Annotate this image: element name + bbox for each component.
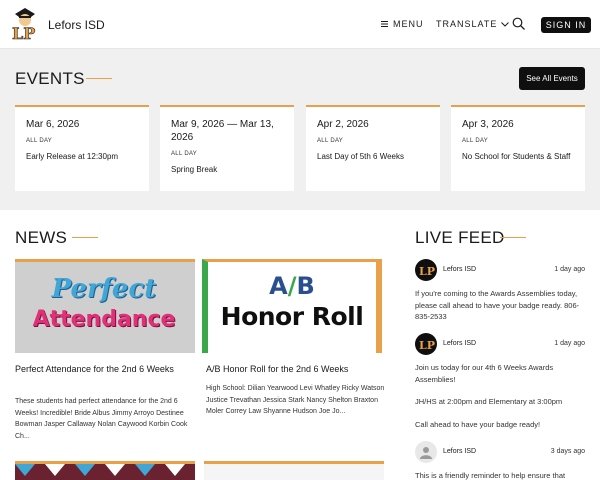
feed-post[interactable]: Lefors ISD 3 days ago This is a friendly… — [415, 441, 585, 480]
event-allday: ALL DAY — [171, 151, 198, 157]
avatar[interactable] — [415, 441, 437, 463]
site-header: LP Lefors ISD MENU TRANSLATE SIGN IN — [0, 0, 600, 49]
events-title-rule — [86, 78, 112, 79]
search-icon[interactable] — [512, 17, 526, 31]
event-title: No School for Students & Staff — [462, 152, 571, 161]
image-caption: A/B — [269, 272, 315, 300]
post-author[interactable]: Lefors ISD — [443, 448, 476, 455]
translate-button[interactable]: TRANSLATE — [436, 19, 510, 29]
post-author[interactable]: Lefors ISD — [443, 266, 476, 273]
event-date: Mar 9, 2026 — Mar 13, 2026 — [171, 119, 274, 143]
feed-post[interactable]: LP Lefors ISD 1 day ago If you're coming… — [415, 259, 585, 329]
post-text: JH/HS at 2:00pm and Elementary at 3:00pm — [415, 397, 563, 406]
event-allday: ALL DAY — [26, 138, 53, 144]
event-allday: ALL DAY — [317, 138, 344, 144]
sign-in-button[interactable]: SIGN IN — [541, 17, 591, 33]
bunting-image — [15, 464, 195, 480]
news-card-partial[interactable] — [15, 461, 195, 480]
image-caption: Perfect — [51, 274, 157, 304]
decorative-stripe — [376, 262, 382, 353]
event-card[interactable]: Apr 2, 2026 ALL DAY Last Day of 5th 6 We… — [306, 105, 440, 191]
event-allday: ALL DAY — [462, 138, 489, 144]
post-time: 3 days ago — [550, 448, 585, 455]
news-excerpt: High School: Dilian Yearwood Levi Whatle… — [206, 385, 385, 415]
see-all-events-button[interactable]: See All Events — [519, 67, 585, 90]
news-excerpt: These students had perfect attendance fo… — [15, 398, 188, 440]
events-title: EVENTS — [15, 69, 85, 88]
district-logo[interactable]: LP — [9, 6, 41, 43]
event-date: Apr 3, 2026 — [462, 119, 514, 130]
site-name[interactable]: Lefors ISD — [48, 18, 105, 32]
post-text: This is a friendly reminder to help ensu… — [415, 471, 566, 480]
avatar[interactable]: LP — [415, 259, 437, 281]
news-title: NEWS — [15, 228, 68, 247]
news-headline[interactable]: Perfect Attendance for the 2nd 6 Weeks — [15, 363, 191, 376]
post-time: 1 day ago — [554, 266, 585, 273]
event-title: Last Day of 5th 6 Weeks — [317, 152, 405, 161]
live-feed-title: LIVE FEED — [415, 228, 505, 247]
event-card[interactable]: Apr 3, 2026 ALL DAY No School for Studen… — [451, 105, 585, 191]
translate-label: TRANSLATE — [436, 19, 498, 29]
event-card[interactable]: Mar 6, 2026 ALL DAY Early Release at 12:… — [15, 105, 149, 191]
event-title: Early Release at 12:30pm — [26, 152, 119, 161]
event-date: Mar 6, 2026 — [26, 119, 80, 130]
news-card-partial[interactable] — [204, 461, 384, 480]
image-caption: Attendance — [32, 307, 176, 332]
post-text: Join us today for our 4th 6 Weeks Awards… — [415, 363, 554, 384]
event-date: Apr 2, 2026 — [317, 119, 369, 130]
hamburger-icon — [381, 19, 388, 29]
menu-button[interactable]: MENU — [381, 19, 424, 29]
svg-text:LP: LP — [419, 339, 435, 352]
feed-post[interactable]: LP Lefors ISD 1 day ago Join us today fo… — [415, 333, 585, 433]
menu-label: MENU — [393, 19, 424, 29]
image-caption: Honor Roll — [220, 302, 364, 331]
events-section: EVENTS See All Events Mar 6, 2026 ALL DA… — [0, 49, 600, 210]
svg-text:LP: LP — [12, 24, 35, 42]
news-image-honor-roll[interactable]: A/B Honor Roll — [202, 259, 382, 353]
news-card[interactable]: Perfect Attendance Perfect Attendance fo… — [11, 259, 195, 449]
news-headline[interactable]: A/B Honor Roll for the 2nd 6 Weeks — [206, 363, 386, 376]
svg-text:LP: LP — [419, 265, 435, 278]
post-author[interactable]: Lefors ISD — [443, 340, 476, 347]
news-title-rule — [72, 237, 98, 238]
news-card[interactable]: A/B Honor Roll A/B Honor Roll for the 2n… — [202, 259, 384, 449]
post-time: 1 day ago — [554, 340, 585, 347]
live-feed-title-rule — [500, 237, 526, 238]
avatar[interactable]: LP — [415, 333, 437, 355]
post-text: Call ahead to have your badge ready! — [415, 420, 541, 429]
event-title: Spring Break — [171, 165, 218, 174]
news-image-perfect-attendance[interactable]: Perfect Attendance — [15, 259, 195, 353]
event-card[interactable]: Mar 9, 2026 — Mar 13, 2026 ALL DAY Sprin… — [160, 105, 294, 191]
post-text: If you're coming to the Awards Assemblie… — [415, 289, 580, 321]
chevron-down-icon — [501, 19, 510, 29]
